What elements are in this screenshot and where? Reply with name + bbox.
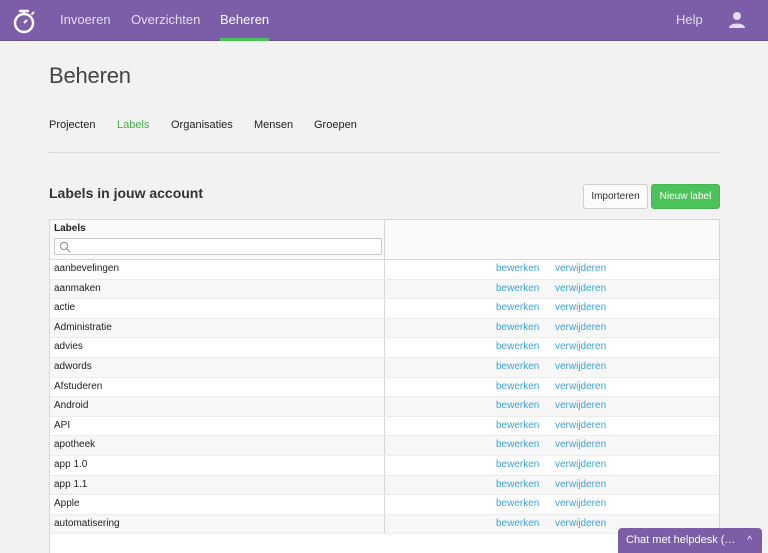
search-input[interactable] [73, 240, 373, 253]
label-name: aanmaken [54, 282, 101, 294]
table-row: advies bewerken verwijderen [50, 338, 719, 358]
table-row: aanmaken bewerken verwijderen [50, 279, 719, 300]
delete-link[interactable]: verwijderen [555, 381, 606, 392]
edit-link[interactable]: bewerken [496, 479, 539, 490]
label-cell: aanbevelingen [50, 260, 385, 279]
delete-link[interactable]: verwijderen [555, 400, 606, 411]
table-row: app 1.1 bewerken verwijderen [50, 475, 719, 496]
label-name: Administratie [54, 321, 112, 333]
label-cell: actie [50, 299, 385, 318]
edit-link[interactable]: bewerken [496, 341, 539, 352]
edit-link[interactable]: bewerken [496, 439, 539, 450]
chat-label: Chat met helpdesk (… [626, 534, 736, 546]
column-header-labels: Labels [54, 223, 86, 234]
labels-table: Labels aanbevelingen bewerken verwijderen a… [49, 219, 720, 553]
table-row: adwords bewerken verwijderen [50, 357, 719, 378]
edit-link[interactable]: bewerken [496, 400, 539, 411]
stopwatch-logo-icon[interactable] [12, 8, 36, 34]
table-header-labels-cell: Labels [50, 220, 385, 260]
delete-link[interactable]: verwijderen [555, 283, 606, 294]
table-row: app 1.0 bewerken verwijderen [50, 455, 719, 476]
nav-overzichten[interactable]: Overzichten [131, 0, 200, 41]
label-cell: adwords [50, 357, 385, 377]
user-icon[interactable] [729, 11, 745, 29]
label-name: Apple [54, 498, 80, 510]
table-row: actie bewerken verwijderen [50, 299, 719, 319]
delete-link[interactable]: verwijderen [555, 302, 606, 313]
delete-link[interactable]: verwijderen [555, 439, 606, 450]
label-name: app 1.1 [54, 478, 88, 490]
search-box[interactable] [54, 238, 382, 255]
delete-link[interactable]: verwijderen [555, 341, 606, 352]
chevron-up-icon: ^ [747, 535, 752, 546]
delete-link[interactable]: verwijderen [555, 361, 606, 372]
table-row: apotheek bewerken verwijderen [50, 436, 719, 456]
label-cell: automatisering [50, 514, 385, 534]
label-name: adwords [54, 360, 92, 372]
table-row: Android bewerken verwijderen [50, 397, 719, 417]
edit-link[interactable]: bewerken [496, 498, 539, 509]
label-cell: Administratie [50, 318, 385, 338]
delete-link[interactable]: verwijderen [555, 420, 606, 431]
search-icon [59, 241, 71, 253]
section-title: Labels in jouw account [49, 185, 204, 201]
import-button[interactable]: Importeren [583, 184, 648, 209]
tab-groepen[interactable]: Groepen [314, 119, 357, 131]
table-body: aanbevelingen bewerken verwijderen aanmaken… [50, 260, 719, 535]
table-row: Apple bewerken verwijderen [50, 495, 719, 515]
edit-link[interactable]: bewerken [496, 283, 539, 294]
divider [49, 152, 720, 153]
delete-link[interactable]: verwijderen [555, 459, 606, 470]
nav-help[interactable]: Help [676, 0, 703, 41]
edit-link[interactable]: bewerken [496, 263, 539, 274]
label-cell: Apple [50, 495, 385, 514]
label-name: advies [54, 341, 83, 353]
delete-link[interactable]: verwijderen [555, 322, 606, 333]
delete-link[interactable]: verwijderen [555, 518, 606, 529]
new-label-button[interactable]: Nieuw label [651, 184, 720, 209]
label-name: actie [54, 302, 76, 314]
tab-projecten[interactable]: Projecten [49, 119, 95, 131]
label-cell: Afstuderen [50, 377, 385, 397]
delete-link[interactable]: verwijderen [555, 498, 606, 509]
table-row: API bewerken verwijderen [50, 416, 719, 437]
label-cell: app 1.0 [50, 455, 385, 475]
table-header: Labels [50, 220, 719, 260]
label-name: Android [54, 400, 89, 412]
chat-helpdesk-button[interactable]: Chat met helpdesk (… ^ [618, 528, 762, 553]
label-name: aanbevelingen [54, 263, 120, 274]
table-row: Administratie bewerken verwijderen [50, 318, 719, 339]
edit-link[interactable]: bewerken [496, 518, 539, 529]
label-cell: API [50, 416, 385, 436]
nav-invoeren[interactable]: Invoeren [60, 0, 111, 41]
label-name: automatisering [54, 517, 120, 529]
edit-link[interactable]: bewerken [496, 420, 539, 431]
tab-mensen[interactable]: Mensen [254, 119, 293, 131]
label-cell: Android [50, 397, 385, 416]
table-row: Afstuderen bewerken verwijderen [50, 377, 719, 398]
edit-link[interactable]: bewerken [496, 459, 539, 470]
edit-link[interactable]: bewerken [496, 381, 539, 392]
label-name: Afstuderen [54, 380, 103, 392]
label-cell: apotheek [50, 436, 385, 455]
label-cell: aanmaken [50, 279, 385, 299]
label-name: API [54, 419, 71, 431]
delete-link[interactable]: verwijderen [555, 263, 606, 274]
label-cell: advies [50, 338, 385, 357]
edit-link[interactable]: bewerken [496, 322, 539, 333]
edit-link[interactable]: bewerken [496, 302, 539, 313]
top-navigation-bar: Invoeren Overzichten Beheren Help [0, 0, 768, 41]
label-cell: app 1.1 [50, 475, 385, 495]
table-row: aanbevelingen bewerken verwijderen [50, 260, 719, 280]
delete-link[interactable]: verwijderen [555, 479, 606, 490]
tab-organisaties[interactable]: Organisaties [171, 119, 233, 131]
label-name: apotheek [54, 439, 96, 451]
edit-link[interactable]: bewerken [496, 361, 539, 372]
label-name: app 1.0 [54, 458, 88, 470]
tab-labels[interactable]: Labels [117, 119, 149, 131]
page-title: Beheren [49, 63, 131, 88]
nav-beheren[interactable]: Beheren [220, 0, 270, 41]
